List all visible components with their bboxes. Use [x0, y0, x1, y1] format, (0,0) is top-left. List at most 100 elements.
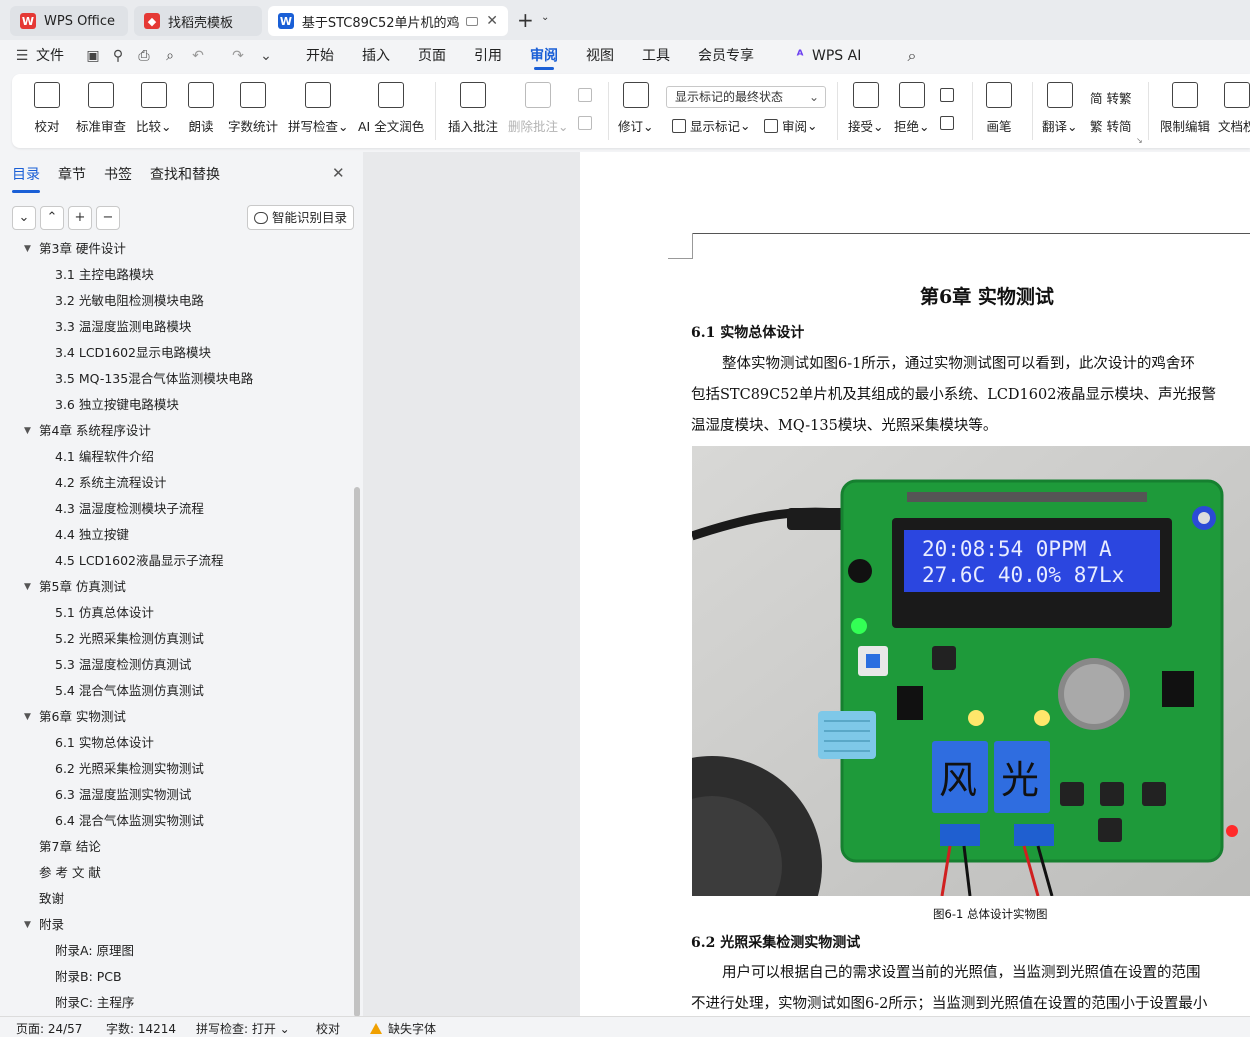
toc-item[interactable]: ▼ 第3章 硬件设计 [0, 242, 340, 262]
menu-file[interactable]: 文件 [36, 40, 64, 72]
monitor-icon[interactable] [466, 16, 479, 26]
new-tab-icon[interactable]: + [517, 8, 534, 32]
tab-bookmarks[interactable]: 书签 [104, 164, 132, 184]
menu-home[interactable]: 开始 [306, 40, 334, 72]
standard-review-button[interactable]: 标准审查 [76, 82, 126, 135]
toc-item[interactable]: 附录A: 原理图 [0, 938, 340, 964]
toc-item[interactable]: ▼ 第5章 仿真测试 [0, 574, 340, 600]
toc-item[interactable]: 4.2 系统主流程设计 [0, 470, 340, 496]
toc-item[interactable]: 附录C: 主程序 [0, 990, 340, 1016]
read-aloud-button[interactable]: 朗读 [188, 82, 214, 135]
print-preview-icon[interactable]: ⌕ [162, 48, 178, 64]
toc-item[interactable]: 5.1 仿真总体设计 [0, 600, 340, 626]
tab-chapters[interactable]: 章节 [58, 164, 86, 184]
spell-check-button[interactable]: 拼写检查⌄ [288, 82, 349, 135]
toc-item[interactable]: 5.2 光照采集检测仿真测试 [0, 626, 340, 652]
collapse-all-button[interactable]: ⌄ [12, 206, 36, 230]
word-count-button[interactable]: 字数统计 [228, 82, 278, 135]
menu-tools[interactable]: 工具 [642, 40, 670, 72]
close-tab-icon[interactable]: ✕ [486, 13, 498, 29]
menu-insert[interactable]: 插入 [362, 40, 390, 72]
remove-heading-button[interactable]: − [96, 206, 120, 230]
toc-item[interactable]: 4.4 独立按键 [0, 522, 340, 548]
next-change-button[interactable] [940, 116, 958, 130]
search-icon[interactable]: ⌕ [904, 48, 920, 64]
nav-scrollbar[interactable] [354, 487, 360, 1017]
word-count-indicator[interactable]: 字数: 14214 [106, 1020, 176, 1037]
expand-triangle-icon[interactable]: ▼ [24, 912, 31, 938]
menu-page[interactable]: 页面 [418, 40, 446, 72]
tab-toc[interactable]: 目录 [12, 164, 40, 193]
to-traditional-button[interactable]: 简 转繁 [1090, 88, 1131, 107]
chevron-down-icon[interactable]: ⌄ [541, 12, 549, 23]
track-changes-button[interactable]: 修订⌄ [618, 82, 654, 135]
document-page[interactable]: 第6章 实物测试 6.1 实物总体设计 整体实物测试如图6-1所示，通过实物测试… [580, 152, 1250, 1016]
toc-item[interactable]: 6.4 混合气体监测实物测试 [0, 808, 340, 834]
previous-change-button[interactable] [940, 88, 958, 102]
ai-polish-button[interactable]: AI 全文润色 [358, 82, 424, 135]
toc-item[interactable]: 6.1 实物总体设计 [0, 730, 340, 756]
next-comment-button[interactable] [578, 116, 596, 130]
expand-level-button[interactable]: ⌃ [40, 206, 64, 230]
toc-item[interactable]: 3.3 温湿度监测电路模块 [0, 314, 340, 340]
proofread-button[interactable]: 校对 [34, 82, 60, 135]
toc-item[interactable]: 3.2 光敏电阻检测模块电路 [0, 288, 340, 314]
toc-item[interactable]: ▼ 第4章 系统程序设计 [0, 418, 340, 444]
spell-check-toggle[interactable]: 拼写检查: 打开 ⌄ [196, 1020, 290, 1037]
share-icon[interactable]: ⚲ [110, 48, 126, 64]
review-pane-button[interactable]: 审阅 ⌄ [764, 116, 818, 135]
markup-mode-select[interactable]: 显示标记的最终状态 ⌄ [666, 86, 826, 108]
close-pane-icon[interactable]: ✕ [332, 164, 345, 182]
previous-comment-button[interactable] [578, 88, 596, 102]
toc-item[interactable]: ▼ 附录 [0, 912, 340, 938]
accept-button[interactable]: 接受⌄ [848, 82, 884, 135]
menu-wps-ai[interactable]: WPS AI [812, 40, 861, 72]
toc-item[interactable]: 3.1 主控电路模块 [0, 262, 340, 288]
menu-view[interactable]: 视图 [586, 40, 614, 72]
figure-hardware-photo[interactable]: 20:08:54 0PPM A 27.6C 40.0% 87Lx 风 光 [692, 446, 1250, 896]
toc-item[interactable]: 4.3 温湿度检测模块子流程 [0, 496, 340, 522]
toc-item[interactable]: ▼ 第6章 实物测试 [0, 704, 340, 730]
toc-item[interactable]: 6.3 温湿度监测实物测试 [0, 782, 340, 808]
toc-item[interactable]: 附录B: PCB [0, 964, 340, 990]
toc-item[interactable]: 5.3 温湿度检测仿真测试 [0, 652, 340, 678]
expand-triangle-icon[interactable]: ▼ [24, 242, 31, 262]
insert-comment-button[interactable]: 插入批注 [448, 82, 498, 135]
reject-button[interactable]: 拒绝⌄ [894, 82, 930, 135]
smart-toc-button[interactable]: 智能识别目录 [247, 205, 355, 230]
print-icon[interactable]: ⎙ [136, 48, 152, 64]
undo-icon[interactable]: ↶ [190, 48, 206, 64]
toc-item[interactable]: 6.2 光照采集检测实物测试 [0, 756, 340, 782]
more-chevron-icon[interactable]: ⌄ [258, 48, 274, 64]
pen-button[interactable]: 画笔 [986, 82, 1012, 135]
compare-button[interactable]: 比较⌄ [136, 82, 172, 135]
expand-triangle-icon[interactable]: ▼ [24, 418, 31, 444]
toc-item[interactable]: 3.5 MQ-135混合气体监测模块电路 [0, 366, 340, 392]
toc-item[interactable]: 参 考 文 献 [0, 860, 340, 886]
menu-references[interactable]: 引用 [474, 40, 502, 72]
tab-docer-templates[interactable]: ◆ 找稻壳模板 [134, 6, 262, 36]
toc-item[interactable]: 3.4 LCD1602显示电路模块 [0, 340, 340, 366]
toc-item[interactable]: 5.4 混合气体监测仿真测试 [0, 678, 340, 704]
expand-group-icon[interactable]: ↘ [1136, 136, 1143, 145]
redo-icon[interactable]: ↷ [230, 48, 246, 64]
missing-font-warning[interactable]: 缺失字体 [370, 1020, 436, 1037]
menu-member[interactable]: 会员专享 [698, 40, 754, 72]
doc-permission-button[interactable]: 文档权 [1218, 82, 1250, 135]
restrict-edit-button[interactable]: 限制编辑 [1160, 82, 1210, 135]
toc-item[interactable]: 致谢 [0, 886, 340, 912]
translate-button[interactable]: 翻译⌄ [1042, 82, 1078, 135]
tab-document[interactable]: W 基于STC89C52单片机的鸡舍环 ✕ [268, 6, 508, 36]
toc-item[interactable]: 3.6 独立按键电路模块 [0, 392, 340, 418]
toc-item[interactable]: 第7章 结论 [0, 834, 340, 860]
expand-triangle-icon[interactable]: ▼ [24, 574, 31, 600]
add-heading-button[interactable]: + [68, 206, 92, 230]
save-icon[interactable]: ▣ [85, 48, 101, 64]
delete-comment-button[interactable]: 删除批注⌄ [508, 82, 569, 135]
toc-item[interactable]: 4.1 编程软件介绍 [0, 444, 340, 470]
page-indicator[interactable]: 页面: 24/57 [16, 1020, 82, 1037]
tab-find-replace[interactable]: 查找和替换 [150, 164, 220, 184]
menu-review[interactable]: 审阅 [530, 40, 558, 72]
toc-item[interactable]: 4.5 LCD1602液晶显示子流程 [0, 548, 340, 574]
tab-wps-office[interactable]: W WPS Office [10, 6, 128, 36]
